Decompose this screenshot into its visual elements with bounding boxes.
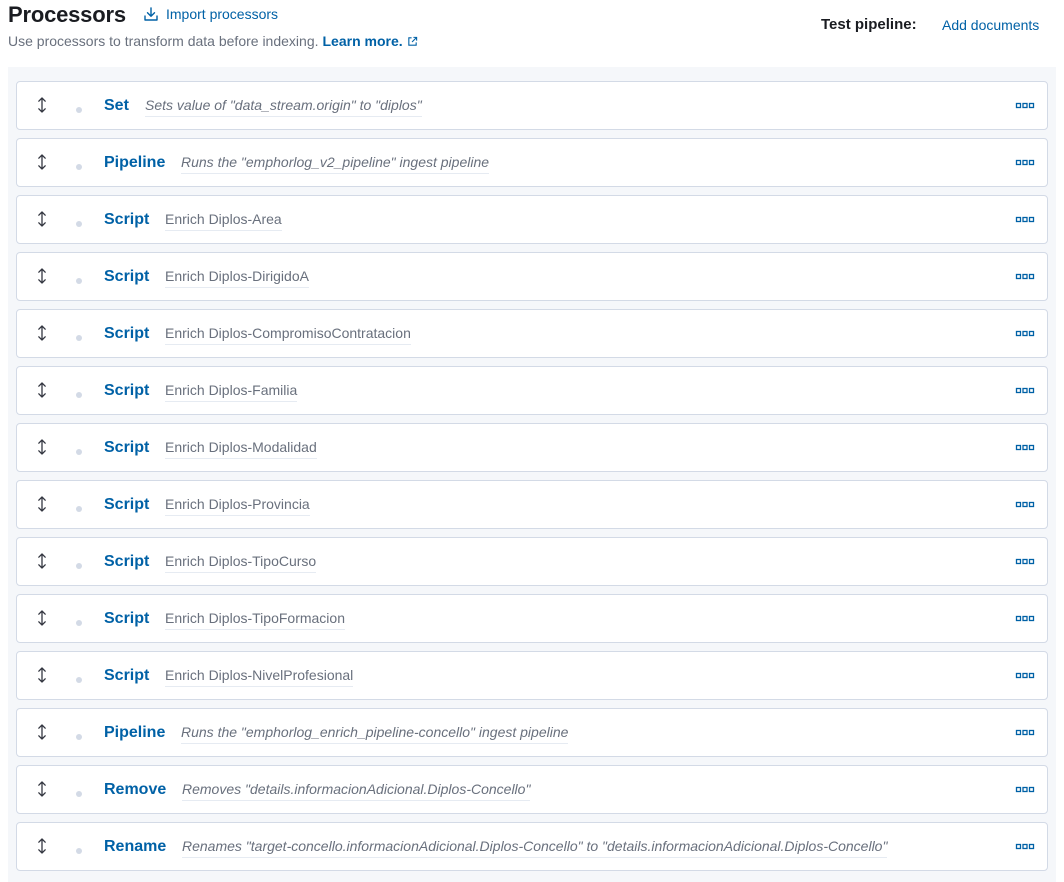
- import-icon: [144, 7, 158, 21]
- subtitle-text: Use processors to transform data before …: [8, 33, 319, 49]
- processor-type-link[interactable]: Script: [104, 667, 149, 685]
- drag-handle-icon[interactable]: [35, 438, 49, 456]
- drag-handle-icon[interactable]: [35, 780, 49, 798]
- drag-handle-icon[interactable]: [35, 324, 49, 342]
- processor-description[interactable]: Enrich Diplos-Familia: [165, 382, 298, 402]
- processor-type-link[interactable]: Rename: [104, 838, 166, 856]
- processor-type-link[interactable]: Script: [104, 268, 149, 286]
- drag-handle-icon[interactable]: [35, 210, 49, 228]
- processor-type-link[interactable]: Script: [104, 553, 149, 571]
- processor-type-link[interactable]: Pipeline: [104, 154, 165, 172]
- drag-handle-icon[interactable]: [35, 153, 49, 171]
- drag-handle-icon[interactable]: [35, 723, 49, 741]
- status-dot: [76, 734, 82, 740]
- more-actions-icon[interactable]: [1015, 670, 1035, 682]
- add-documents-button[interactable]: Add documents: [942, 17, 1039, 33]
- processor-row[interactable]: Script Enrich Diplos-NivelProfesional: [16, 651, 1048, 700]
- processor-description[interactable]: Removes "details.informacionAdicional.Di…: [182, 781, 531, 801]
- status-dot: [76, 791, 82, 797]
- processor-type-link[interactable]: Script: [104, 325, 149, 343]
- drag-handle-icon[interactable]: [35, 495, 49, 513]
- external-link-icon: [407, 36, 417, 46]
- processor-type-link[interactable]: Script: [104, 496, 149, 514]
- drag-handle-icon[interactable]: [35, 381, 49, 399]
- status-dot: [76, 449, 82, 455]
- drag-handle-icon[interactable]: [35, 552, 49, 570]
- status-dot: [76, 620, 82, 626]
- more-actions-icon[interactable]: [1015, 784, 1035, 796]
- processor-type-link[interactable]: Script: [104, 439, 149, 457]
- processor-description[interactable]: Enrich Diplos-Provincia: [165, 496, 310, 516]
- status-dot: [76, 164, 82, 170]
- processor-row[interactable]: Pipeline Runs the "emphorlog_enrich_pipe…: [16, 708, 1048, 757]
- learn-more-label: Learn more.: [322, 33, 403, 49]
- more-actions-icon[interactable]: [1015, 385, 1035, 397]
- processor-row[interactable]: Remove Removes "details.informacionAdici…: [16, 765, 1048, 814]
- more-actions-icon[interactable]: [1015, 157, 1035, 169]
- processor-type-link[interactable]: Pipeline: [104, 724, 165, 742]
- processor-description[interactable]: Enrich Diplos-DirigidoA: [165, 268, 309, 288]
- status-dot: [76, 563, 82, 569]
- drag-handle-icon[interactable]: [35, 267, 49, 285]
- status-dot: [76, 506, 82, 512]
- processor-description[interactable]: Runs the "emphorlog_v2_pipeline" ingest …: [181, 154, 490, 174]
- more-actions-icon[interactable]: [1015, 613, 1035, 625]
- processor-description[interactable]: Enrich Diplos-CompromisoContratacion: [165, 325, 411, 345]
- processor-row[interactable]: Script Enrich Diplos-TipoCurso: [16, 537, 1048, 586]
- status-dot: [76, 107, 82, 113]
- drag-handle-icon[interactable]: [35, 666, 49, 684]
- processor-row[interactable]: Script Enrich Diplos-DirigidoA: [16, 252, 1048, 301]
- processor-row[interactable]: Rename Renames "target-concello.informac…: [16, 822, 1048, 871]
- page-title: Processors: [8, 2, 126, 27]
- more-actions-icon[interactable]: [1015, 100, 1035, 112]
- processor-type-link[interactable]: Set: [104, 97, 129, 115]
- import-processors-button[interactable]: Import processors: [143, 6, 278, 22]
- processor-type-link[interactable]: Remove: [104, 781, 166, 799]
- processor-type-link[interactable]: Script: [104, 382, 149, 400]
- processor-row[interactable]: Script Enrich Diplos-Familia: [16, 366, 1048, 415]
- processors-panel: Set Sets value of "data_stream.origin" t…: [8, 67, 1056, 882]
- import-processors-label: Import processors: [166, 6, 279, 22]
- processor-row[interactable]: Set Sets value of "data_stream.origin" t…: [16, 81, 1048, 130]
- more-actions-icon[interactable]: [1015, 271, 1035, 283]
- processor-row[interactable]: Pipeline Runs the "emphorlog_v2_pipeline…: [16, 138, 1048, 187]
- more-actions-icon[interactable]: [1015, 841, 1035, 853]
- processor-description[interactable]: Enrich Diplos-TipoCurso: [165, 553, 317, 573]
- processor-row[interactable]: Script Enrich Diplos-CompromisoContratac…: [16, 309, 1048, 358]
- drag-handle-icon[interactable]: [35, 609, 49, 627]
- processor-type-link[interactable]: Script: [104, 610, 149, 628]
- status-dot: [76, 677, 82, 683]
- drag-handle-icon[interactable]: [35, 837, 49, 855]
- processor-row[interactable]: Script Enrich Diplos-Provincia: [16, 480, 1048, 529]
- more-actions-icon[interactable]: [1015, 328, 1035, 340]
- status-dot: [76, 278, 82, 284]
- processor-description[interactable]: Renames "target-concello.informacionAdic…: [182, 838, 888, 858]
- more-actions-icon[interactable]: [1015, 727, 1035, 739]
- processor-row[interactable]: Script Enrich Diplos-TipoFormacion: [16, 594, 1048, 643]
- drag-handle-icon[interactable]: [35, 96, 49, 114]
- processor-description[interactable]: Enrich Diplos-Modalidad: [165, 439, 317, 459]
- more-actions-icon[interactable]: [1015, 499, 1035, 511]
- status-dot: [76, 392, 82, 398]
- more-actions-icon[interactable]: [1015, 442, 1035, 454]
- more-actions-icon[interactable]: [1015, 556, 1035, 568]
- processor-description[interactable]: Enrich Diplos-Area: [165, 211, 282, 231]
- status-dot: [76, 221, 82, 227]
- learn-more-link[interactable]: Learn more.: [323, 33, 418, 49]
- processors-header: Processors Import processors Use process…: [0, 0, 1064, 66]
- processor-row[interactable]: Script Enrich Diplos-Area: [16, 195, 1048, 244]
- processor-description[interactable]: Enrich Diplos-NivelProfesional: [165, 667, 354, 687]
- processor-description[interactable]: Enrich Diplos-TipoFormacion: [165, 610, 345, 630]
- processor-row[interactable]: Script Enrich Diplos-Modalidad: [16, 423, 1048, 472]
- status-dot: [76, 335, 82, 341]
- processor-description[interactable]: Sets value of "data_stream.origin" to "d…: [145, 97, 422, 117]
- more-actions-icon[interactable]: [1015, 214, 1035, 226]
- test-pipeline-label: Test pipeline:: [821, 16, 917, 33]
- processor-description[interactable]: Runs the "emphorlog_enrich_pipeline-conc…: [181, 724, 569, 744]
- status-dot: [76, 848, 82, 854]
- page-subtitle: Use processors to transform data before …: [8, 33, 418, 49]
- processor-type-link[interactable]: Script: [104, 211, 149, 229]
